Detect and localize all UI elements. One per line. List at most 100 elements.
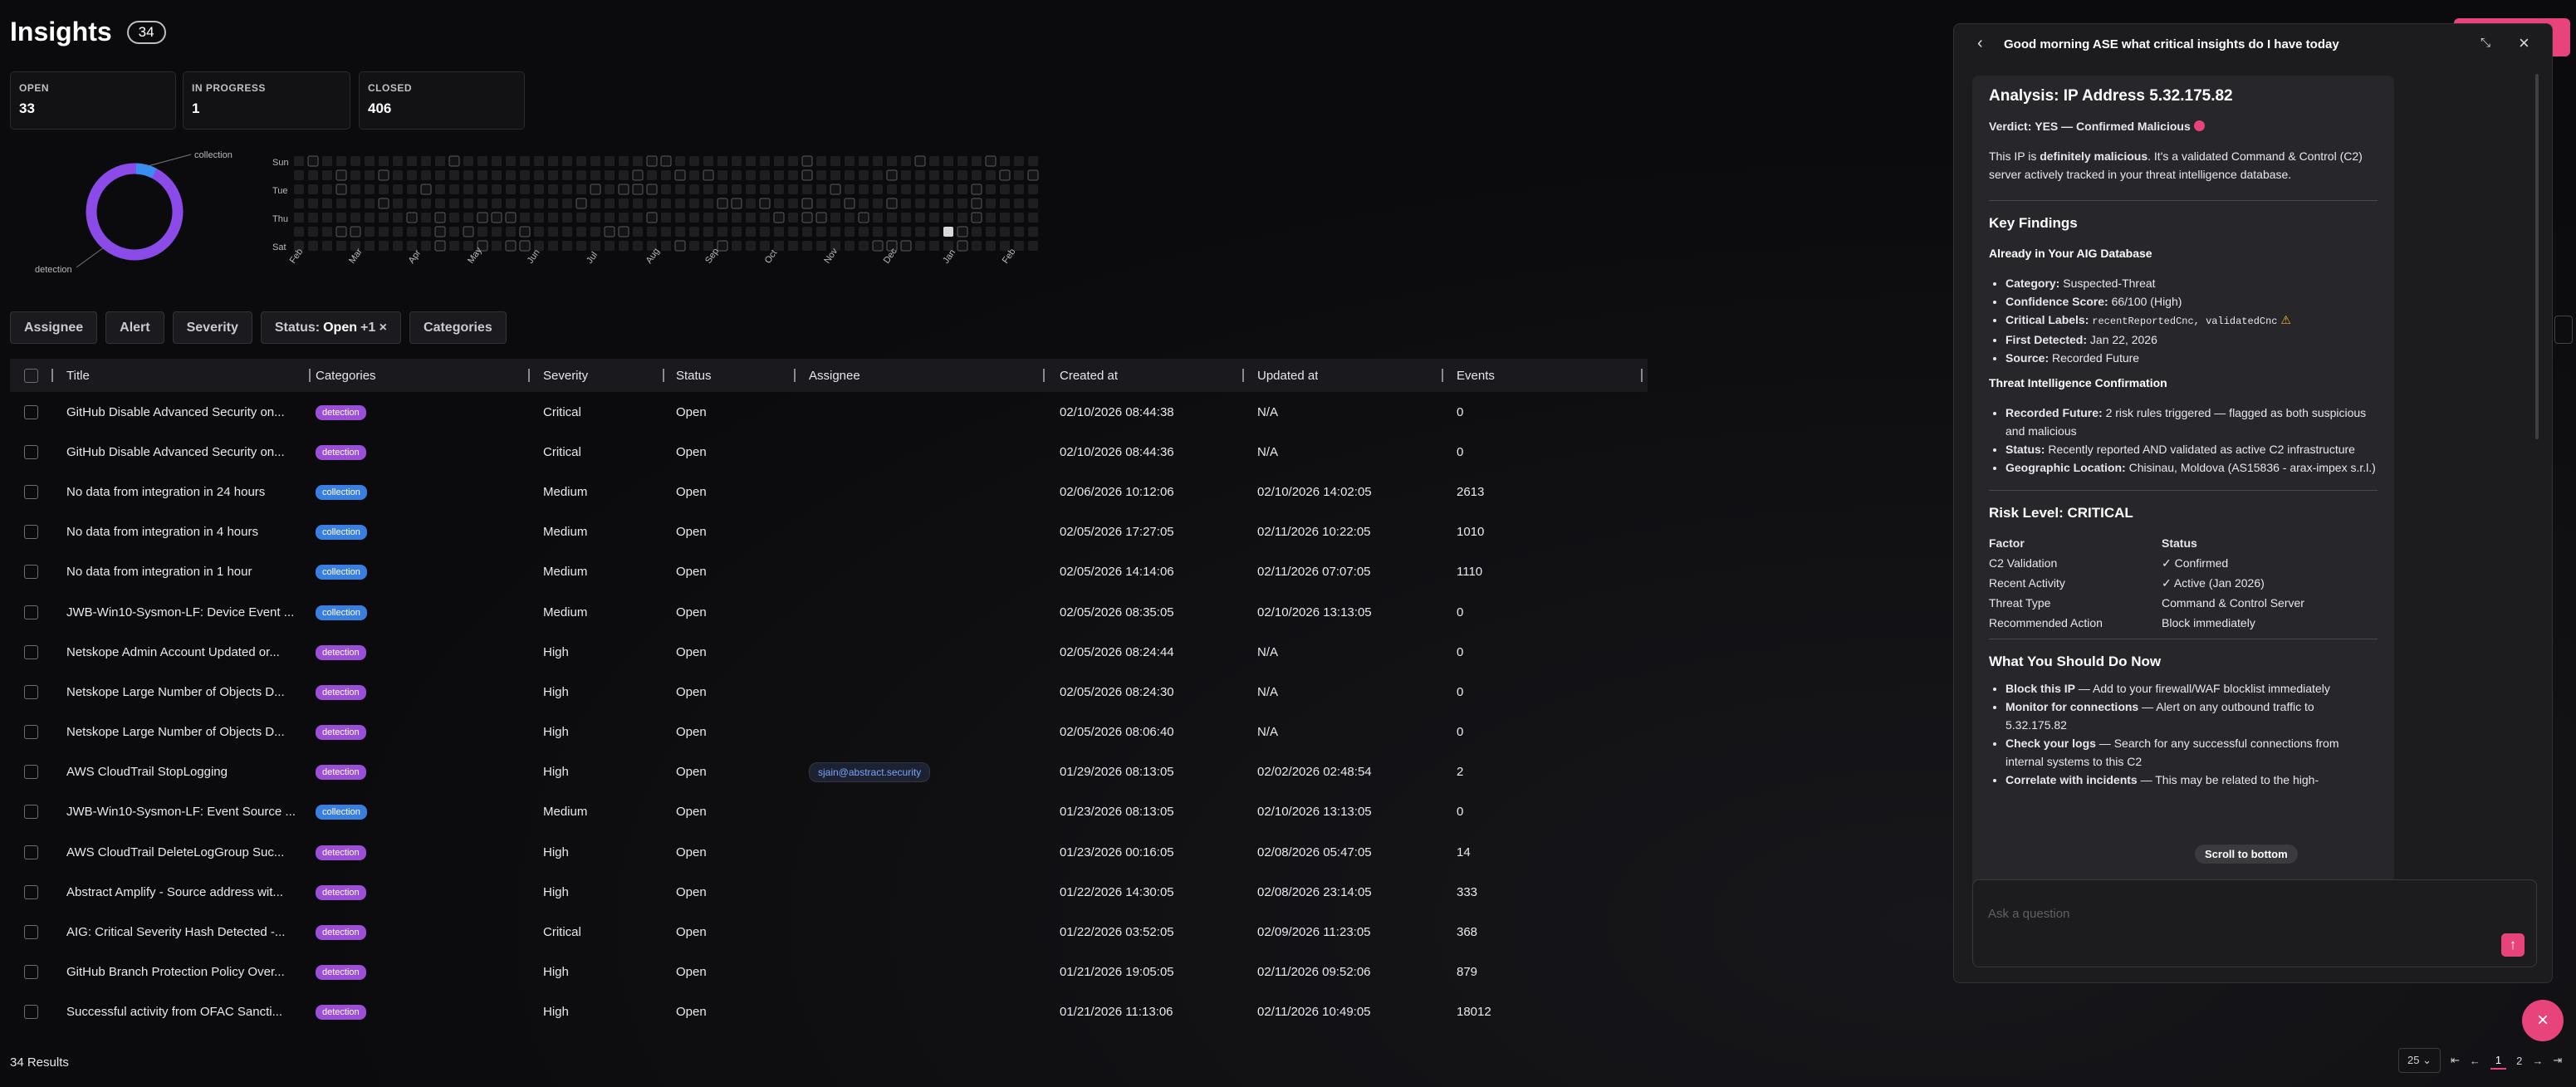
heatmap-cell[interactable]: [336, 213, 346, 223]
heatmap-cell[interactable]: [576, 184, 586, 194]
heatmap-cell[interactable]: [717, 156, 727, 166]
heatmap-cell[interactable]: [435, 198, 445, 208]
page-size-select[interactable]: 25 ⌄: [2398, 1048, 2441, 1073]
heatmap-cell[interactable]: [647, 227, 657, 237]
row-checkbox[interactable]: [24, 605, 38, 619]
heatmap-cell[interactable]: [294, 213, 304, 223]
heatmap-cell[interactable]: [307, 155, 319, 167]
heatmap-cell[interactable]: [294, 184, 304, 194]
heatmap-cell[interactable]: [845, 184, 855, 194]
heatmap-cell[interactable]: [816, 184, 826, 194]
heatmap-cell[interactable]: [562, 184, 572, 194]
heatmap-cell[interactable]: [605, 198, 615, 208]
heatmap-cell[interactable]: [534, 227, 544, 237]
heatmap-cell[interactable]: [746, 170, 756, 180]
heatmap-cell[interactable]: [463, 213, 473, 223]
heatmap-cell[interactable]: [815, 212, 827, 223]
heatmap-cell[interactable]: [506, 170, 516, 180]
heatmap-cell[interactable]: [393, 170, 403, 180]
heatmap-cell[interactable]: [308, 213, 318, 223]
back-icon[interactable]: ‹: [1977, 34, 1983, 53]
heatmap-cell[interactable]: [605, 213, 615, 223]
cell-title[interactable]: Successful activity from OFAC Sancti...: [66, 1005, 307, 1019]
heatmap-cell[interactable]: [463, 184, 473, 194]
heatmap-cell[interactable]: [760, 213, 770, 223]
heatmap-cell[interactable]: [732, 156, 742, 166]
heatmap-cell[interactable]: [746, 184, 756, 194]
cell-title[interactable]: JWB-Win10-Sysmon-LF: Device Event ...: [66, 605, 307, 619]
heatmap-cell[interactable]: [632, 169, 644, 181]
heatmap-cell[interactable]: [492, 170, 502, 180]
heatmap-cell[interactable]: [520, 184, 530, 194]
page-2-button[interactable]: 2: [2516, 1055, 2522, 1067]
heatmap-cell[interactable]: [1014, 213, 1024, 223]
heatmap-cell[interactable]: [534, 184, 544, 194]
table-row[interactable]: No data from integration in 24 hours coll…: [10, 472, 1648, 512]
col-assignee[interactable]: Assignee: [809, 369, 860, 383]
heatmap-cell[interactable]: [1014, 227, 1024, 237]
heatmap-cell[interactable]: [845, 241, 855, 251]
col-title[interactable]: Title: [66, 369, 90, 383]
heatmap-cell[interactable]: [365, 241, 375, 251]
table-row[interactable]: Netskope Admin Account Updated or... dete…: [10, 632, 1648, 672]
heatmap-cell[interactable]: [520, 213, 530, 223]
heatmap-cell[interactable]: [845, 227, 855, 237]
heatmap-cell[interactable]: [605, 241, 615, 251]
heatmap-cell[interactable]: [901, 156, 911, 166]
heatmap-cell[interactable]: [788, 184, 798, 194]
heatmap-cell[interactable]: [562, 170, 572, 180]
heatmap-cell[interactable]: [816, 227, 826, 237]
heatmap-cell[interactable]: [703, 156, 713, 166]
heatmap-cell[interactable]: [604, 226, 615, 237]
heatmap-cell[interactable]: [632, 184, 644, 195]
heatmap-cell[interactable]: [562, 198, 572, 208]
heatmap-cell[interactable]: [774, 198, 784, 208]
heatmap-cell[interactable]: [365, 227, 375, 237]
table-row[interactable]: No data from integration in 4 hours colle…: [10, 512, 1648, 552]
heatmap-cell[interactable]: [407, 170, 417, 180]
heatmap-cell[interactable]: [322, 156, 332, 166]
heatmap-cell[interactable]: [760, 156, 770, 166]
heatmap-cell[interactable]: [365, 156, 375, 166]
heatmap-cell[interactable]: [379, 227, 389, 237]
heatmap-cell[interactable]: [449, 241, 459, 251]
heatmap-cell[interactable]: [901, 170, 911, 180]
heatmap-cell[interactable]: [548, 227, 558, 237]
heatmap-cell[interactable]: [520, 198, 530, 208]
heatmap-cell[interactable]: [463, 226, 474, 237]
heatmap-cell[interactable]: [774, 227, 784, 237]
heatmap-cell[interactable]: [335, 169, 347, 181]
heatmap-cell[interactable]: [393, 198, 403, 208]
cell-title[interactable]: Netskope Large Number of Objects D...: [66, 725, 307, 739]
heatmap-cell[interactable]: [703, 227, 713, 237]
heatmap-cell[interactable]: [732, 170, 742, 180]
heatmap-cell[interactable]: [859, 198, 869, 208]
heatmap-cell[interactable]: [335, 184, 347, 195]
heatmap-cell[interactable]: [1000, 156, 1010, 166]
heatmap-cell[interactable]: [732, 184, 742, 194]
heatmap-cell[interactable]: [689, 170, 699, 180]
heatmap-cell[interactable]: [421, 241, 431, 251]
heatmap-cell[interactable]: [520, 156, 530, 166]
heatmap-cell[interactable]: [859, 156, 869, 166]
collapse-icon[interactable]: ⤡: [2481, 36, 2490, 50]
heatmap-cell[interactable]: [661, 184, 671, 194]
heatmap-cell[interactable]: [378, 169, 389, 181]
heatmap-cell[interactable]: [308, 227, 318, 237]
heatmap-cell[interactable]: [844, 198, 855, 209]
heatmap-cell[interactable]: [421, 198, 431, 208]
heatmap-cell[interactable]: [590, 170, 600, 180]
stat-in-progress[interactable]: IN PROGRESS 1: [183, 71, 350, 130]
heatmap-cell[interactable]: [1028, 213, 1038, 223]
heatmap-cell[interactable]: [562, 213, 572, 223]
heatmap-cell[interactable]: [801, 212, 813, 223]
column-divider[interactable]: [51, 369, 53, 382]
heatmap-cell[interactable]: [788, 213, 798, 223]
heatmap-cell[interactable]: [957, 198, 967, 208]
heatmap-cell[interactable]: [421, 213, 431, 223]
heatmap-cell[interactable]: [901, 227, 911, 237]
heatmap-cell[interactable]: [972, 156, 982, 166]
heatmap-cell[interactable]: [873, 184, 883, 194]
heatmap-cell[interactable]: [647, 170, 657, 180]
heatmap-cell[interactable]: [633, 213, 643, 223]
